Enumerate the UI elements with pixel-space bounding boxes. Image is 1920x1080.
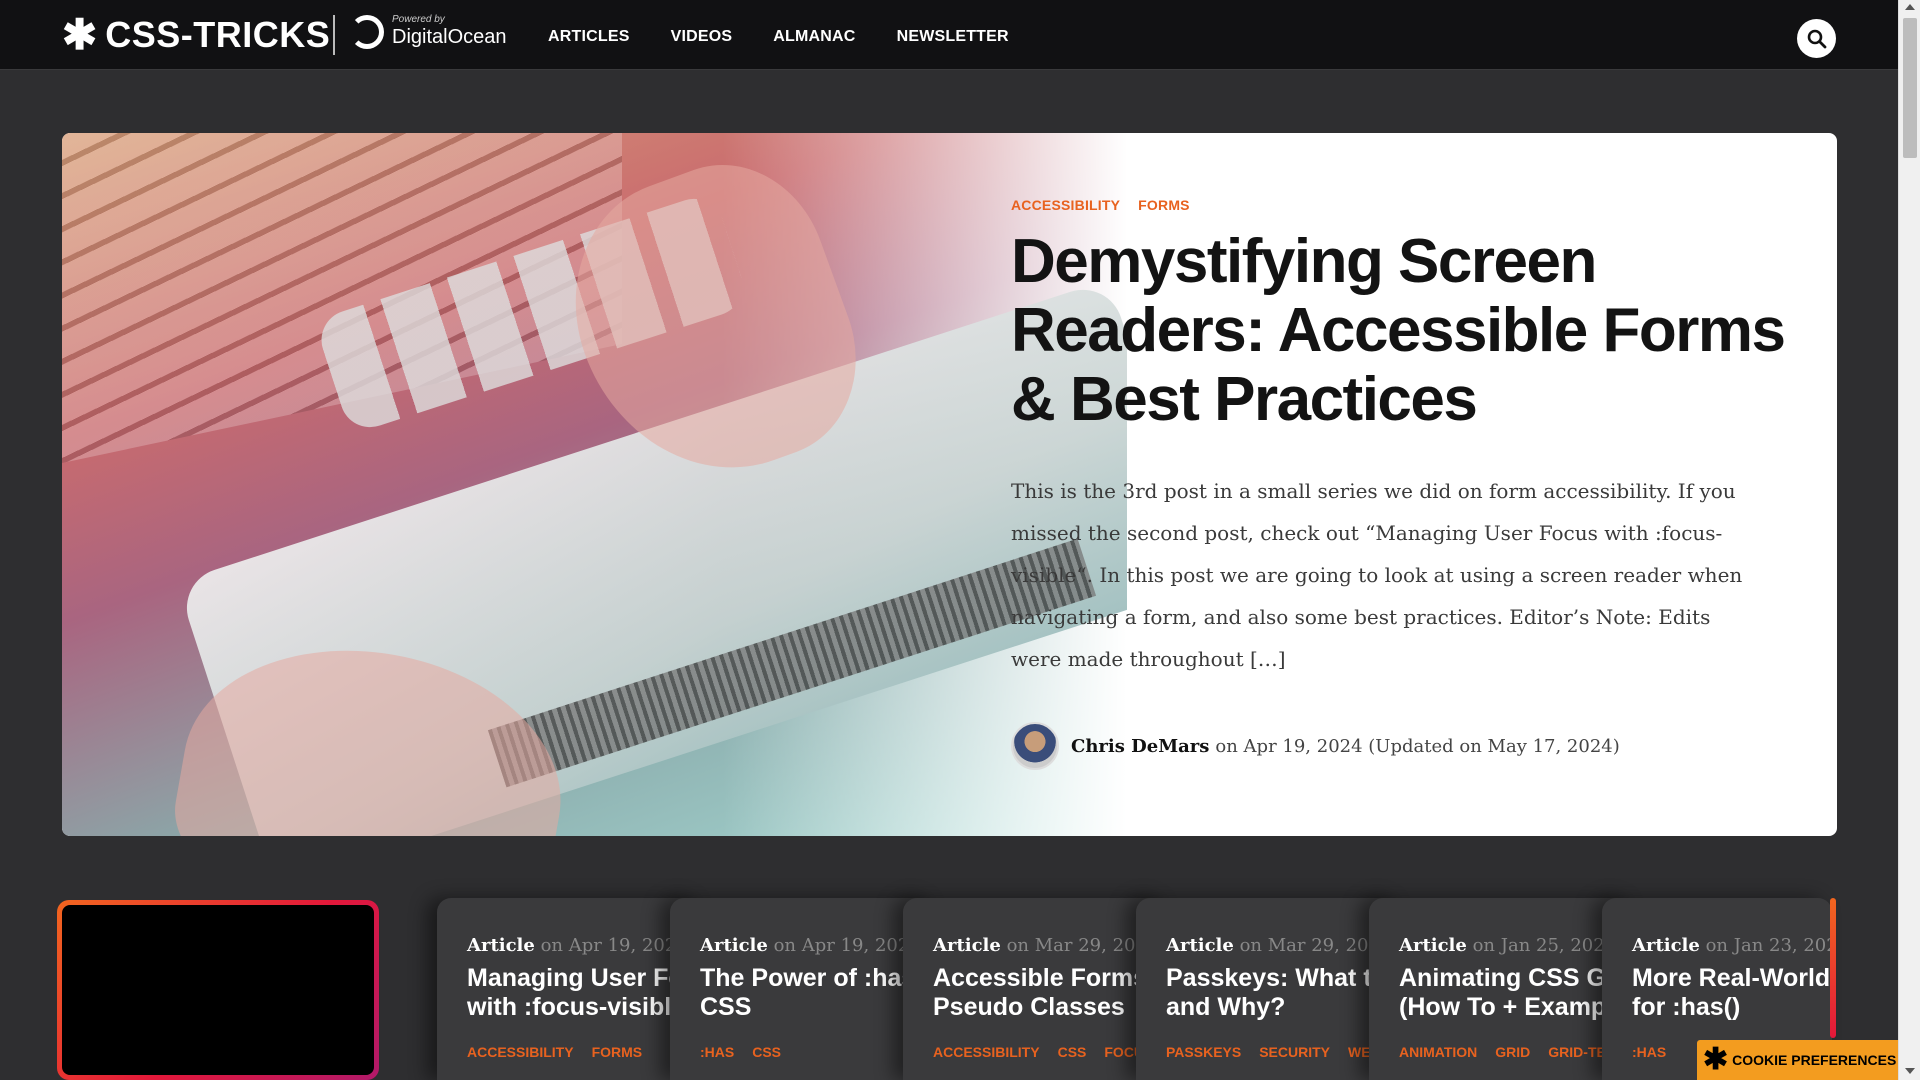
article-card[interactable]: Article on Jan 25, 2023 Animating CSS Gr… (1369, 898, 1637, 1080)
cookie-label: COOKIE PREFERENCES (1732, 1052, 1897, 1068)
logo-divider (333, 15, 335, 55)
nav-newsletter[interactable]: NEWSLETTER (897, 28, 1009, 46)
article-card[interactable]: Article on Apr 19, 2024 The Power of :ha… (670, 898, 938, 1080)
card-type: Article (467, 935, 535, 956)
author-name[interactable]: Chris DeMars (1071, 736, 1209, 757)
carousel-edge (1830, 898, 1836, 1038)
card-type: Article (1166, 935, 1234, 956)
tag-forms[interactable]: FORMS (1138, 197, 1190, 213)
featured-article-card[interactable]: ACCESSIBILITY FORMS Demystifying Screen … (62, 133, 1837, 836)
main-nav: ARTICLES VIDEOS ALMANAC NEWSLETTER (548, 28, 1009, 46)
featured-tags: ACCESSIBILITY FORMS (1011, 197, 1791, 213)
sponsor-link[interactable]: Powered by DigitalOcean (350, 14, 507, 49)
asterisk-icon: ✱ (62, 11, 98, 58)
video-card[interactable] (57, 900, 379, 1080)
card-tag[interactable]: ANIMATION (1399, 1044, 1477, 1060)
tag-accessibility[interactable]: ACCESSIBILITY (1011, 197, 1120, 213)
card-tag[interactable]: ACCESSIBILITY (933, 1044, 1040, 1060)
site-logo[interactable]: ✱ CSS-TRICKS (62, 14, 330, 56)
sponsor-name: DigitalOcean (392, 26, 507, 48)
card-tag[interactable]: :HAS (1632, 1044, 1666, 1060)
site-header: ✱ CSS-TRICKS Powered by DigitalOcean ART… (0, 0, 1898, 70)
article-card[interactable]: Article on Apr 19, 2024 Managing User Fo… (437, 898, 705, 1080)
card-tag[interactable]: CSS (1058, 1044, 1087, 1060)
page-scrollbar[interactable] (1898, 0, 1920, 1080)
card-date: on Jan 23, 2023 (1705, 935, 1832, 956)
logo-text: CSS-TRICKS (105, 14, 331, 55)
card-date: on Apr 19, 2024 (773, 935, 921, 956)
scroll-up-arrow-icon[interactable] (1905, 4, 1915, 10)
cookie-preferences-button[interactable]: ✱ COOKIE PREFERENCES (1697, 1040, 1898, 1080)
card-tag[interactable]: GRID (1495, 1044, 1530, 1060)
publish-date: on Apr 19, 2024 (Updated on May 17, 2024… (1215, 735, 1620, 757)
card-tag[interactable]: CSS (752, 1044, 781, 1060)
card-date: on Apr 19, 2024 (540, 935, 688, 956)
featured-meta: Chris DeMars on Apr 19, 2024 (Updated on… (1011, 722, 1791, 770)
nav-articles[interactable]: ARTICLES (548, 28, 630, 46)
sponsor-caption: Powered by (392, 14, 445, 25)
card-type: Article (1399, 935, 1467, 956)
card-title[interactable]: More Real-World Usesfor :has() (1632, 964, 1832, 1022)
asterisk-icon: ✱ (1703, 1043, 1729, 1076)
scroll-thumb[interactable] (1903, 18, 1917, 158)
article-card[interactable]: Article on Mar 29, 2024 Passkeys: What t… (1136, 898, 1404, 1080)
video-player[interactable] (62, 905, 374, 1075)
card-tag[interactable]: FORMS (592, 1044, 643, 1060)
card-tag[interactable]: PASSKEYS (1166, 1044, 1241, 1060)
card-type: Article (1632, 935, 1700, 956)
article-card[interactable]: Article on Mar 29, 2024 Accessible Forms… (903, 898, 1171, 1080)
featured-title[interactable]: Demystifying Screen Readers: Accessible … (1011, 227, 1791, 434)
card-date: on Jan 25, 2023 (1472, 935, 1617, 956)
featured-image (62, 133, 1127, 836)
nav-videos[interactable]: VIDEOS (671, 28, 733, 46)
digitalocean-icon (350, 14, 384, 49)
search-icon (1807, 29, 1826, 48)
search-button[interactable] (1797, 19, 1836, 58)
card-tag[interactable]: :HAS (700, 1044, 734, 1060)
nav-almanac[interactable]: ALMANAC (773, 28, 855, 46)
scroll-down-arrow-icon[interactable] (1905, 1068, 1915, 1074)
card-type: Article (700, 935, 768, 956)
card-tag[interactable]: SECURITY (1259, 1044, 1330, 1060)
avatar[interactable] (1011, 722, 1059, 770)
card-tag[interactable]: ACCESSIBILITY (467, 1044, 574, 1060)
featured-excerpt: This is the 3rd post in a small series w… (1011, 479, 1743, 671)
card-type: Article (933, 935, 1001, 956)
